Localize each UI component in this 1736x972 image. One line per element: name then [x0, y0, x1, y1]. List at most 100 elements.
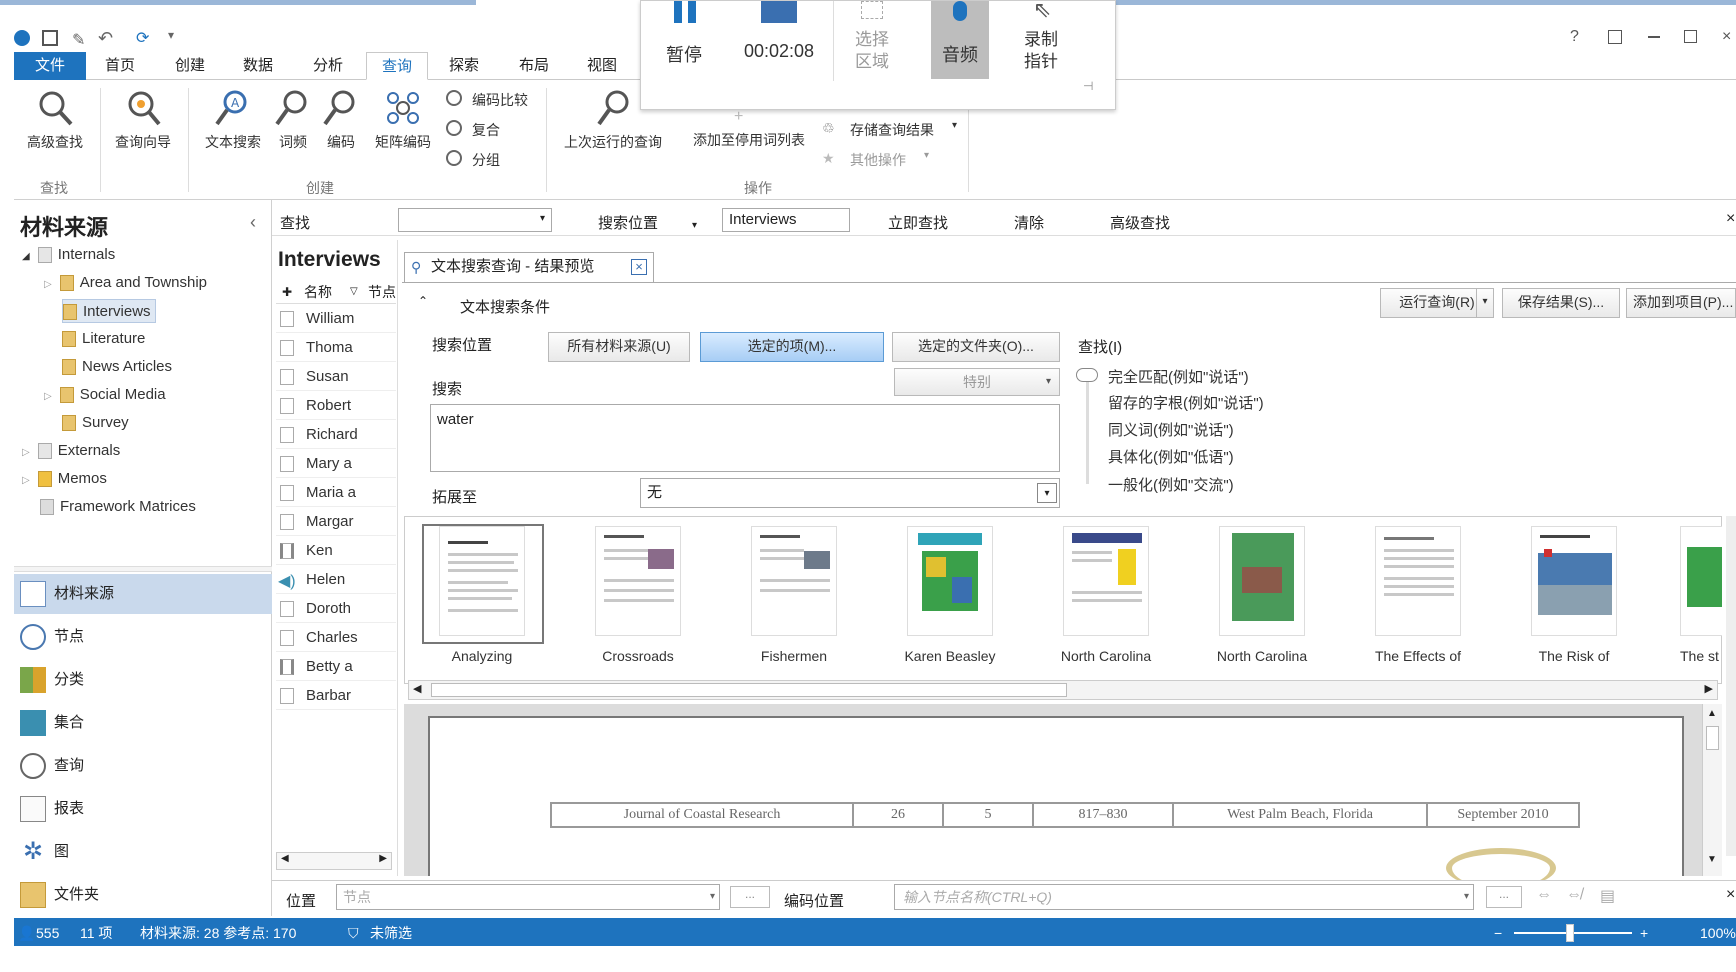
tree-item-internals[interactable]: ◢ Internals	[22, 243, 115, 267]
option-stemmed-words[interactable]: 留存的字根(例如"说话")	[1108, 392, 1264, 413]
tab-query[interactable]: 查询	[366, 52, 428, 80]
thumbnail-item[interactable]: Karen Beasley	[876, 526, 1024, 664]
list-item[interactable]: Richard	[276, 421, 396, 449]
search-text-input[interactable]: water	[430, 404, 1060, 472]
store-query-results-button[interactable]: ♲ 存储查询结果 ▾	[822, 118, 962, 140]
browse-node-button[interactable]: ...	[1486, 886, 1522, 908]
advanced-find-link[interactable]: 高级查找	[1110, 212, 1170, 233]
list-item[interactable]: Thoma	[276, 334, 396, 362]
nav-collections[interactable]: 集合	[14, 703, 272, 743]
location-dropdown[interactable]: 节点 ▾	[336, 884, 720, 910]
pause-button[interactable]: 暂停	[651, 1, 717, 85]
undo-icon[interactable]: ↶	[98, 28, 113, 49]
option-specializations[interactable]: 具体化(例如"低语")	[1108, 446, 1234, 467]
list-item[interactable]: Ken	[276, 537, 396, 565]
special-dropdown[interactable]: 特别 ▾	[894, 368, 1060, 396]
tab-view[interactable]: 视图	[574, 52, 630, 80]
tree-item-news-articles[interactable]: News Articles	[62, 355, 172, 379]
thumbnail-item[interactable]: The st	[1656, 526, 1722, 664]
status-filter[interactable]: 未筛选	[370, 922, 412, 944]
group-query-button[interactable]: 分组	[446, 148, 556, 170]
search-in-value[interactable]: Interviews	[722, 208, 850, 232]
tree-item-interviews[interactable]: Interviews	[62, 299, 156, 323]
search-in-dropdown[interactable]: 搜索位置 ▾	[598, 212, 697, 233]
selected-folders-button[interactable]: 选定的文件夹(O)...	[892, 332, 1060, 362]
find-input[interactable]: ▾	[398, 208, 552, 232]
record-pointer-button[interactable]: ⇖ 录制 指针	[1001, 0, 1081, 85]
right-edge-scroll[interactable]	[1726, 516, 1736, 856]
tab-analyze[interactable]: 分析	[300, 52, 356, 80]
query-results-tab[interactable]: ⚲ 文本搜索查询 - 结果预览 ×	[404, 252, 654, 282]
select-area-button[interactable]: 选择 区域	[839, 1, 905, 85]
tab-file[interactable]: 文件	[14, 52, 86, 80]
close-coding-bar-icon[interactable]: ×	[1726, 886, 1735, 904]
collapse-pane-icon[interactable]: ‹	[250, 212, 256, 233]
pin-icon[interactable]: ⊣	[1083, 79, 1093, 93]
list-item[interactable]: Charles	[276, 624, 396, 652]
tree-item-literature[interactable]: Literature	[62, 327, 145, 351]
nav-sources[interactable]: 材料来源	[14, 574, 272, 614]
expand-dropdown[interactable]: 无 ▾	[640, 478, 1060, 508]
list-item[interactable]: ◀) Helen	[276, 566, 396, 594]
option-generalizations[interactable]: 一般化(例如"交流")	[1108, 474, 1234, 495]
tree-item-externals[interactable]: ▷ Externals	[22, 439, 120, 463]
minimize-icon[interactable]	[1648, 36, 1660, 38]
col-nodes-header[interactable]: 节点	[368, 280, 396, 304]
nav-classifications[interactable]: 分类	[14, 660, 272, 700]
query-wizard-button[interactable]: 查询向导	[106, 88, 180, 152]
list-item[interactable]: Betty a	[276, 653, 396, 681]
save-icon[interactable]	[42, 30, 58, 46]
scroll-left-icon[interactable]: ◀	[281, 853, 289, 864]
thumbnail-item[interactable]: Fishermen	[720, 526, 868, 664]
thumbnail-item[interactable]: Analyzing	[408, 526, 556, 664]
find-slider-track[interactable]	[1086, 372, 1089, 484]
uncode-icon[interactable]: ⇎	[1566, 886, 1582, 904]
clear-button[interactable]: 清除	[1014, 212, 1044, 233]
add-to-project-button[interactable]: 添加到项目(P)...	[1626, 288, 1736, 318]
thumbnail-item[interactable]: Crossroads	[564, 526, 712, 664]
tab-data[interactable]: 数据	[230, 52, 286, 80]
tree-item-area-and-township[interactable]: ▷ Area and Township	[44, 271, 207, 295]
col-name-header[interactable]: 名称	[304, 280, 332, 304]
scroll-thumb[interactable]	[431, 683, 1067, 697]
restore-icon[interactable]	[1684, 30, 1697, 43]
text-search-button[interactable]: A 文本搜索	[196, 88, 270, 152]
thumbnail-item[interactable]: The Risk of	[1500, 526, 1648, 664]
ribbon-display-icon[interactable]	[1608, 30, 1622, 44]
all-sources-button[interactable]: 所有材料来源(U)	[548, 332, 690, 362]
coding-comparison-button[interactable]: 编码比较	[446, 88, 556, 110]
filter-icon[interactable]: ⛉	[348, 922, 359, 944]
tree-item-social-media[interactable]: ▷ Social Media	[44, 383, 166, 407]
code-icon[interactable]: ⇔	[1536, 886, 1552, 904]
find-now-button[interactable]: 立即查找	[888, 212, 948, 233]
list-item[interactable]: Maria a	[276, 479, 396, 507]
nav-nodes[interactable]: 节点	[14, 617, 272, 657]
tree-item-memos[interactable]: ▷ Memos	[22, 467, 107, 491]
zoom-slider-thumb[interactable]	[1566, 924, 1574, 942]
advanced-find-button[interactable]: 高级查找	[18, 88, 92, 152]
list-horizontal-scrollbar[interactable]: ◀ ▶	[276, 852, 392, 870]
list-item[interactable]: Doroth	[276, 595, 396, 623]
pane-splitter[interactable]	[14, 566, 272, 572]
scroll-up-icon[interactable]: ▲	[1707, 708, 1717, 719]
option-synonyms[interactable]: 同义词(例如"说话")	[1108, 419, 1234, 440]
thumbnail-item[interactable]: The Effects of	[1344, 526, 1492, 664]
scroll-right-icon[interactable]: ▶	[379, 853, 387, 864]
tab-home[interactable]: 首页	[92, 52, 148, 80]
help-icon[interactable]: ?	[1570, 28, 1579, 46]
thumbnail-item[interactable]: North Carolina	[1032, 526, 1180, 664]
list-item[interactable]: Mary a	[276, 450, 396, 478]
compound-query-button[interactable]: 复合	[446, 118, 556, 140]
tab-explore[interactable]: 探索	[436, 52, 492, 80]
other-actions-button[interactable]: ★ 其他操作 ▾	[822, 148, 962, 170]
audio-button[interactable]: 音频	[931, 1, 989, 79]
browse-location-button[interactable]: ...	[730, 886, 770, 908]
option-exact-match[interactable]: 完全匹配(例如"说话")	[1108, 366, 1249, 387]
zoom-out-icon[interactable]: −	[1494, 922, 1502, 944]
close-find-icon[interactable]: ×	[1726, 210, 1735, 228]
matrix-coding-button[interactable]: 矩阵编码	[368, 88, 438, 152]
thumbnail-item[interactable]: North Carolina	[1188, 526, 1336, 664]
word-frequency-button[interactable]: 词频	[270, 88, 316, 152]
tree-item-survey[interactable]: Survey	[62, 411, 129, 435]
zoom-in-icon[interactable]: +	[1640, 922, 1648, 944]
